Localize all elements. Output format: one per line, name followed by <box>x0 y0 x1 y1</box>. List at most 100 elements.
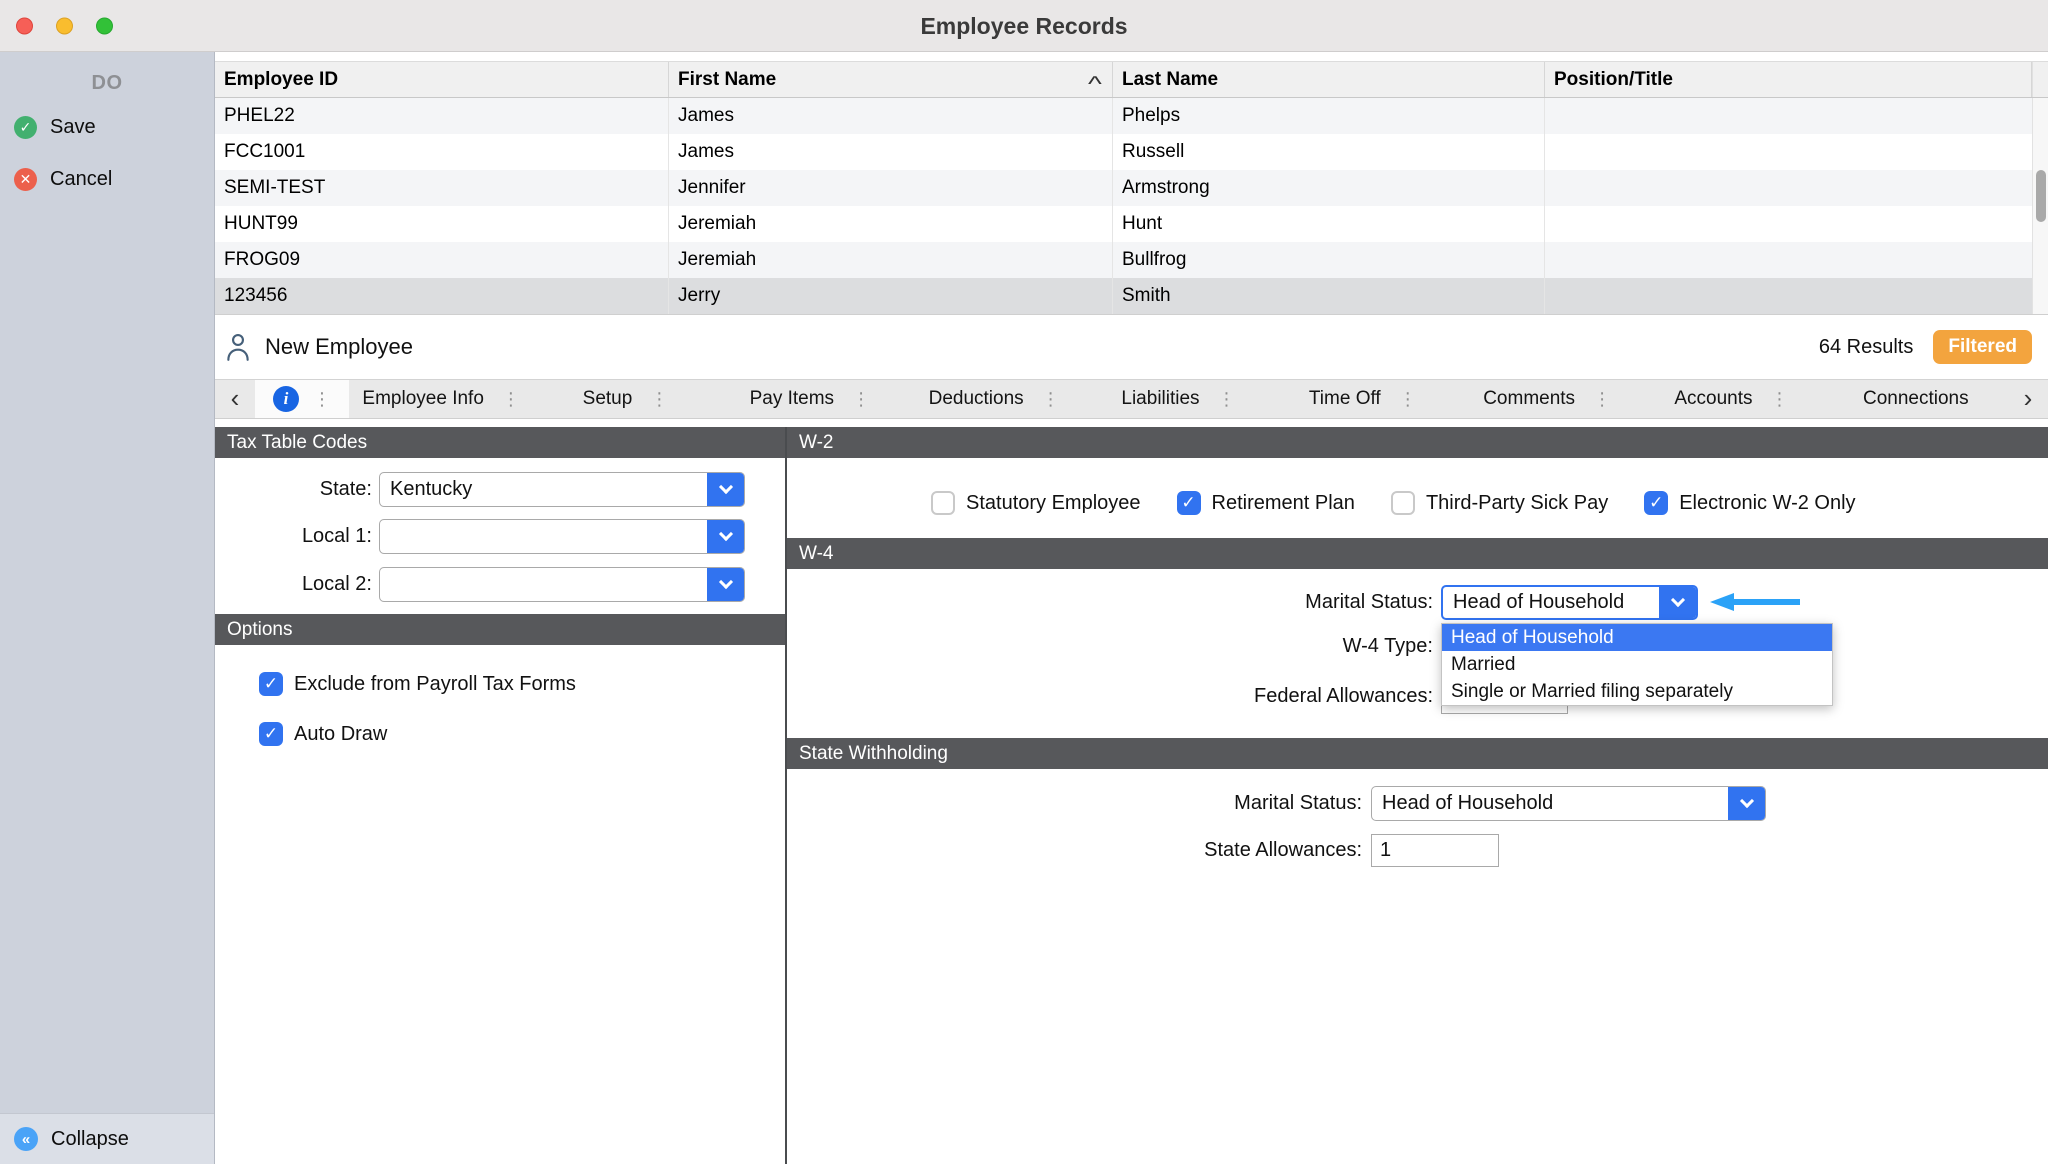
tab-label: Liabilities <box>1121 388 1199 410</box>
checkbox-unchecked-icon <box>931 491 955 515</box>
cell-employee-id: 123456 <box>215 278 669 314</box>
cell-employee-id: PHEL22 <box>215 98 669 134</box>
statutory-employee-checkbox[interactable]: Statutory Employee <box>931 489 1141 517</box>
tab-handle-icon[interactable]: ⋮ <box>502 389 520 410</box>
tab-time-off[interactable]: Time Off ⋮ <box>1271 380 1455 418</box>
electronic-w2-only-checkbox[interactable]: Electronic W-2 Only <box>1644 489 1855 517</box>
state-dropdown[interactable]: Kentucky <box>379 472 745 507</box>
local2-dropdown-value <box>380 568 707 601</box>
scrollbar-corner <box>2032 62 2048 97</box>
scrollbar-thumb[interactable] <box>2036 170 2046 222</box>
tab-label: Time Off <box>1309 388 1381 410</box>
chevron-down-icon[interactable] <box>707 568 744 601</box>
table-row[interactable]: PHEL22 James Phelps <box>215 98 2048 134</box>
w4-marital-status-dropdown[interactable]: Head of Household <box>1441 585 1698 620</box>
tab-employee-info[interactable]: Employee Info ⋮ <box>349 380 533 418</box>
cell-employee-id: HUNT99 <box>215 206 669 242</box>
tab-comments[interactable]: Comments ⋮ <box>1455 380 1639 418</box>
state-label: State: <box>215 472 372 507</box>
state-marital-status-dropdown[interactable]: Head of Household <box>1371 786 1766 821</box>
tab-info-active[interactable]: i ⋮ <box>255 380 349 418</box>
checkbox-label: Exclude from Payroll Tax Forms <box>294 673 576 696</box>
local2-dropdown[interactable] <box>379 567 745 602</box>
chevron-down-icon[interactable] <box>707 473 744 506</box>
table-row[interactable]: HUNT99 Jeremiah Hunt <box>215 206 2048 242</box>
state-allowances-label: State Allowances: <box>1095 834 1362 867</box>
column-header-first-name[interactable]: First Name ^ <box>669 62 1113 97</box>
column-header-employee-id[interactable]: Employee ID <box>215 62 669 97</box>
checkbox-label: Third-Party Sick Pay <box>1426 492 1608 515</box>
column-header-position[interactable]: Position/Title <box>1545 62 2032 97</box>
record-header-bar: New Employee 64 Results Filtered <box>215 314 2048 379</box>
tab-accounts[interactable]: Accounts ⋮ <box>1639 380 1823 418</box>
tab-handle-icon[interactable]: ⋮ <box>313 389 331 410</box>
tab-setup[interactable]: Setup ⋮ <box>533 380 717 418</box>
filtered-badge[interactable]: Filtered <box>1933 330 2032 364</box>
cell-last-name: Armstrong <box>1113 170 1545 206</box>
collapse-sidebar-button[interactable]: « Collapse <box>0 1113 214 1164</box>
tab-label: Comments <box>1483 388 1575 410</box>
state-allowances-input[interactable] <box>1371 834 1499 867</box>
tab-handle-icon[interactable]: ⋮ <box>1593 389 1611 410</box>
table-row-selected[interactable]: 123456 Jerry Smith <box>215 278 2048 314</box>
exclude-payroll-tax-forms-checkbox[interactable]: Exclude from Payroll Tax Forms <box>259 669 576 699</box>
tabs-scroll-left-icon[interactable]: ‹ <box>215 380 255 418</box>
tab-connections[interactable]: Connections <box>1824 380 2008 418</box>
chevron-down-icon[interactable] <box>707 520 744 553</box>
tab-pay-items[interactable]: Pay Items ⋮ <box>718 380 902 418</box>
local1-label: Local 1: <box>215 519 372 554</box>
checkbox-label: Auto Draw <box>294 723 387 746</box>
section-header-w2: W-2 <box>787 427 2048 458</box>
menu-option-single-or-married-filing-separately[interactable]: Single or Married filing separately <box>1442 678 1832 705</box>
cell-employee-id: FCC1001 <box>215 134 669 170</box>
state-dropdown-value: Kentucky <box>380 473 707 506</box>
checkbox-checked-icon <box>1644 491 1668 515</box>
marital-status-open-menu: Head of Household Married Single or Marr… <box>1441 623 1833 706</box>
tab-liabilities[interactable]: Liabilities ⋮ <box>1086 380 1270 418</box>
tabs-scroll-right-icon[interactable]: › <box>2008 380 2048 418</box>
chevron-down-icon[interactable] <box>1728 787 1765 820</box>
tab-handle-icon[interactable]: ⋮ <box>852 389 870 410</box>
column-header-last-name[interactable]: Last Name <box>1113 62 1545 97</box>
cell-employee-id: FROG09 <box>215 242 669 278</box>
cell-position <box>1545 278 2048 314</box>
menu-option-head-of-household[interactable]: Head of Household <box>1442 624 1832 651</box>
checkbox-label: Electronic W-2 Only <box>1679 492 1855 515</box>
collapse-label: Collapse <box>51 1128 129 1151</box>
local2-label: Local 2: <box>215 567 372 602</box>
employee-table-header: Employee ID First Name ^ Last Name Posit… <box>215 61 2048 98</box>
table-row[interactable]: FCC1001 James Russell <box>215 134 2048 170</box>
w2-checkbox-row: Statutory Employee Retirement Plan Third… <box>931 489 1856 517</box>
vertical-scrollbar[interactable] <box>2032 98 2048 314</box>
federal-allowances-label: Federal Allowances: <box>1145 681 1433 711</box>
annotation-arrow <box>1710 591 1800 613</box>
save-button-label: Save <box>50 116 96 139</box>
person-icon <box>225 332 251 362</box>
save-button[interactable]: ✓ Save <box>14 116 96 139</box>
cell-position <box>1545 170 2048 206</box>
x-circle-icon: ✕ <box>14 168 37 191</box>
tab-handle-icon[interactable]: ⋮ <box>1399 389 1417 410</box>
table-row[interactable]: SEMI-TEST Jennifer Armstrong <box>215 170 2048 206</box>
retirement-plan-checkbox[interactable]: Retirement Plan <box>1177 489 1355 517</box>
menu-option-married[interactable]: Married <box>1442 651 1832 678</box>
tab-deductions[interactable]: Deductions ⋮ <box>902 380 1086 418</box>
tab-handle-icon[interactable]: ⋮ <box>1218 389 1236 410</box>
cell-first-name: Jennifer <box>669 170 1113 206</box>
auto-draw-checkbox[interactable]: Auto Draw <box>259 719 387 749</box>
table-row[interactable]: FROG09 Jeremiah Bullfrog <box>215 242 2048 278</box>
tab-handle-icon[interactable]: ⋮ <box>1771 389 1789 410</box>
chevron-down-icon[interactable] <box>1659 587 1696 618</box>
tab-handle-icon[interactable]: ⋮ <box>1042 389 1060 410</box>
cancel-button-label: Cancel <box>50 168 112 191</box>
cancel-button[interactable]: ✕ Cancel <box>14 168 112 191</box>
employee-records-window: Employee Records DO ✓ Save ✕ Cancel « Co… <box>0 0 2048 1164</box>
tab-label: Setup <box>583 388 633 410</box>
checkbox-checked-icon <box>259 672 283 696</box>
section-header-state-withholding: State Withholding <box>787 738 2048 769</box>
section-header-options: Options <box>215 614 785 645</box>
third-party-sick-pay-checkbox[interactable]: Third-Party Sick Pay <box>1391 489 1608 517</box>
local1-dropdown[interactable] <box>379 519 745 554</box>
tab-handle-icon[interactable]: ⋮ <box>650 389 668 410</box>
cell-first-name: Jeremiah <box>669 242 1113 278</box>
